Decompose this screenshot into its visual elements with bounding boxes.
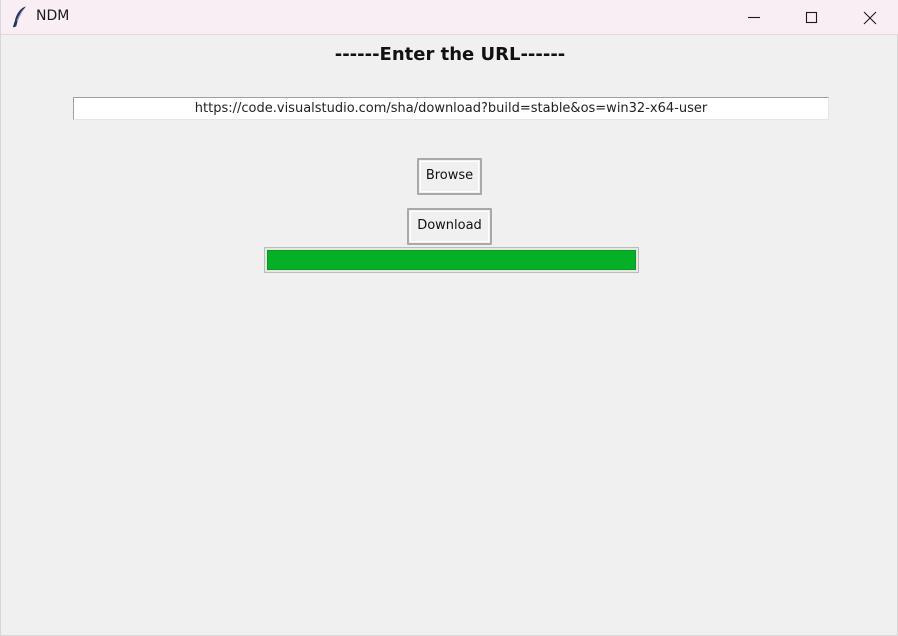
minimize-icon	[748, 16, 760, 19]
feather-icon	[11, 6, 29, 28]
minimize-button[interactable]	[725, 0, 783, 35]
download-progress-bar	[264, 247, 639, 273]
page-title: ------Enter the URL------	[334, 44, 566, 65]
window-title: NDM	[36, 8, 70, 24]
progress-fill	[267, 250, 636, 270]
download-button[interactable]: Download	[407, 208, 492, 245]
app-window: NDM ------Enter the URL------ Browse Dow…	[0, 0, 898, 636]
browse-button[interactable]: Browse	[417, 158, 482, 195]
progress-track	[267, 250, 636, 270]
close-icon	[863, 11, 877, 25]
maximize-icon	[805, 11, 818, 24]
url-input[interactable]	[73, 97, 829, 120]
maximize-button[interactable]	[783, 0, 841, 35]
close-button[interactable]	[841, 0, 898, 35]
title-bar[interactable]: NDM	[1, 0, 898, 35]
